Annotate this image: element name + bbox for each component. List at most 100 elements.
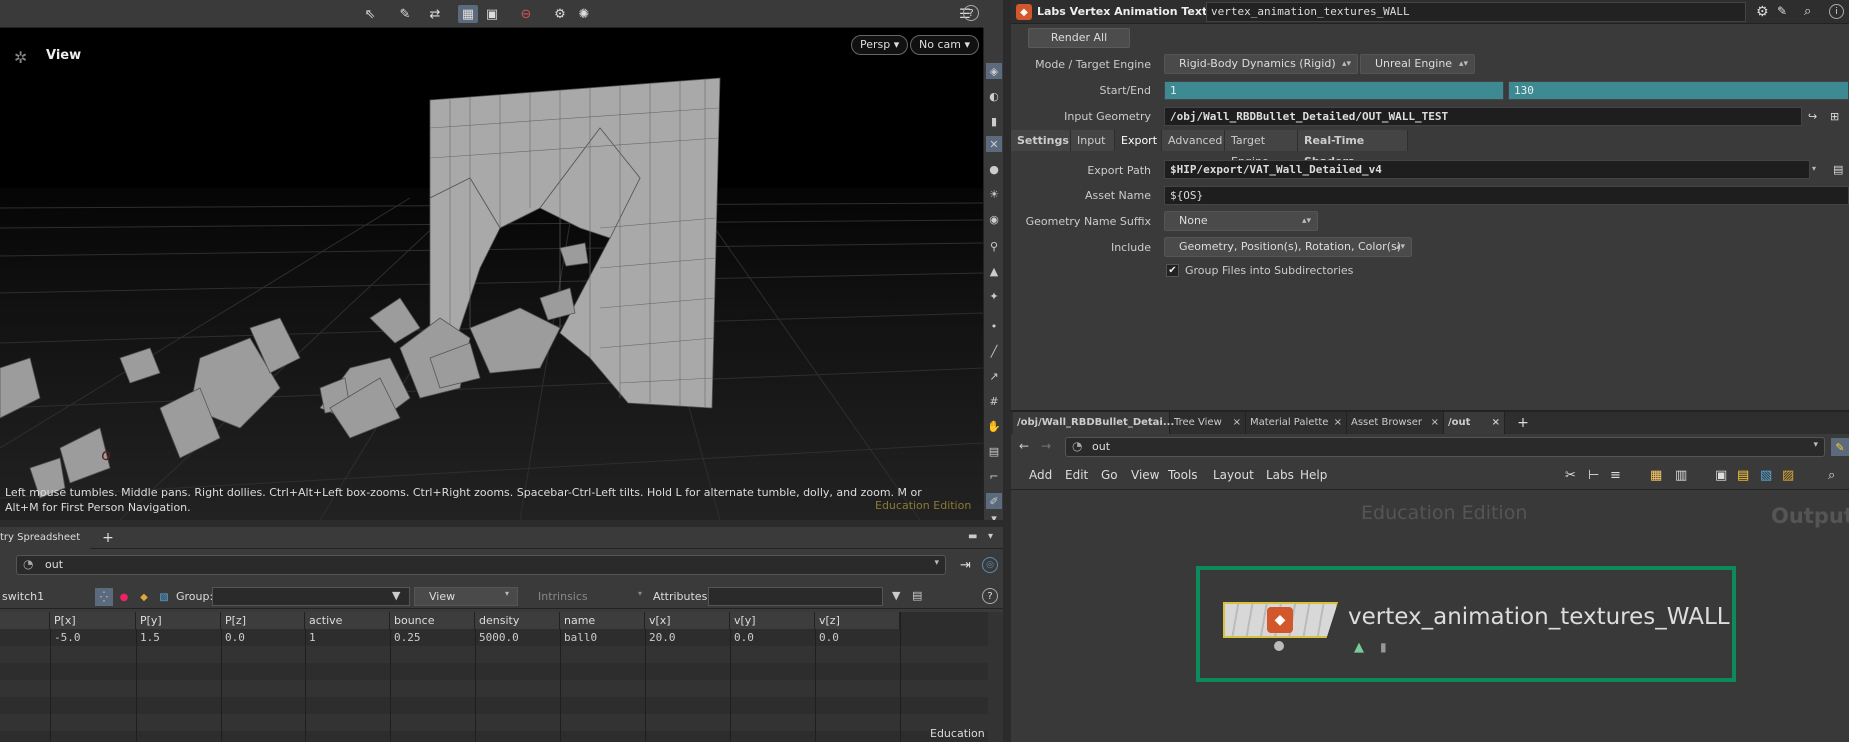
pin-icon[interactable]: ✐ [986, 493, 1002, 509]
camera-tool-icon[interactable]: ⚙ [550, 5, 570, 23]
close-icon[interactable]: × [1233, 412, 1241, 434]
dot-icon[interactable]: ▨ [1782, 468, 1794, 483]
menu-labs[interactable]: Labs [1266, 468, 1294, 482]
pin-pane-icon[interactable]: ⇥ [960, 558, 971, 573]
column-header[interactable]: active [305, 612, 390, 629]
group-field[interactable] [212, 587, 410, 606]
handle-tool-icon[interactable]: ⇄ [425, 5, 445, 23]
tab-advanced[interactable]: Advanced [1162, 130, 1225, 151]
sticky-note-icon[interactable]: ▤ [1737, 468, 1749, 483]
list-icon[interactable]: ≡ [1610, 468, 1621, 483]
menu-edit[interactable]: Edit [1065, 468, 1088, 482]
filter-icon[interactable]: ▼ [892, 589, 900, 602]
network-tab[interactable]: /obj/Wall_RBDBullet_Detai...× [1013, 412, 1174, 450]
pose-tool-icon[interactable]: ✎ [395, 5, 415, 23]
render-all-button[interactable]: Render All [1028, 28, 1130, 48]
lock-icon[interactable]: ▮ [986, 113, 1002, 129]
column-header[interactable]: v[y] [730, 612, 815, 629]
number-icon[interactable]: # [986, 393, 1002, 409]
close-icon[interactable]: × [1334, 412, 1342, 434]
close-icon[interactable]: × [1492, 412, 1500, 434]
geo-suffix-dropdown[interactable]: None ▴▾ [1164, 211, 1318, 231]
column-header[interactable]: density [475, 612, 560, 629]
vertices-icon[interactable]: ● [115, 588, 133, 606]
point-icon[interactable]: • [986, 318, 1002, 334]
menu-add[interactable]: Add [1029, 468, 1052, 482]
render-region-icon[interactable]: ▣ [482, 5, 502, 23]
bone-icon[interactable]: ⚲ [986, 238, 1002, 254]
normal-icon[interactable]: ↗ [986, 368, 1002, 384]
help-icon[interactable]: ? [963, 5, 979, 21]
pane-divider[interactable] [0, 520, 1003, 527]
network-box-icon[interactable]: ▧ [1760, 468, 1772, 483]
network-path-field[interactable]: ◔ out ▾ [1065, 437, 1825, 457]
visibility-icon[interactable]: ◉ [986, 211, 1002, 227]
layout-icon[interactable]: ▥ [1675, 468, 1687, 483]
gear-icon[interactable]: ⚙ [1756, 4, 1769, 20]
tools-icon[interactable]: ✂ [1565, 468, 1576, 483]
file-chooser-icon[interactable]: ▤ [1833, 163, 1843, 176]
group-files-checkbox[interactable]: ✔ [1166, 264, 1179, 277]
view-dropdown[interactable]: View [414, 587, 518, 606]
light-icon[interactable]: ☀ [986, 186, 1002, 202]
chevron-down-icon[interactable]: ▾ [934, 558, 939, 568]
grid-icon[interactable]: ⌐ [986, 468, 1002, 484]
input-geometry-field[interactable]: /obj/Wall_RBDBullet_Detailed/OUT_WALL_TE… [1164, 107, 1802, 126]
network-tab[interactable]: Material Palette × [1246, 412, 1347, 434]
help-icon[interactable]: i [1829, 4, 1844, 19]
persp-dropdown[interactable]: Persp ▾ [851, 35, 909, 55]
network-tab[interactable]: Tree View × [1170, 412, 1246, 434]
menu-tools[interactable]: Tools [1168, 468, 1198, 482]
points-icon[interactable]: ⁛ [95, 588, 113, 606]
image-icon[interactable]: ▣ [1715, 468, 1727, 483]
end-field[interactable]: 130 [1508, 81, 1849, 100]
export-path-field[interactable]: $HIP/export/VAT_Wall_Detailed_v4 [1164, 160, 1810, 179]
tab-real-time-shaders[interactable]: Real-Time Shaders [1298, 130, 1408, 168]
include-dropdown[interactable]: Geometry, Position(s), Rotation, Color(s… [1164, 237, 1412, 257]
tab-spreadsheet[interactable]: try Spreadsheet [0, 527, 90, 549]
camera-icon[interactable]: ▲ [986, 263, 1002, 279]
column-header[interactable]: P[y] [136, 612, 221, 629]
node-chooser-icon[interactable]: ⊞ [1830, 110, 1839, 123]
tab-input[interactable]: Input [1071, 130, 1115, 151]
asset-name-field[interactable]: ${OS} [1164, 186, 1849, 205]
jump-to-icon[interactable]: ↪ [1808, 110, 1817, 123]
attributes-field[interactable] [708, 587, 883, 606]
tab-target-engine[interactable]: Target Engine [1225, 130, 1298, 168]
chevron-down-icon[interactable]: ▾ [988, 531, 993, 542]
mode-dropdown[interactable]: Rigid-Body Dynamics (Rigid) ▴▾ [1164, 54, 1358, 74]
column-header[interactable]: bounce [390, 612, 475, 629]
add-tab-icon[interactable]: + [1515, 414, 1531, 432]
chevron-down-icon[interactable]: ▾ [1812, 164, 1816, 173]
snapshot-icon[interactable]: ▤ [986, 443, 1002, 459]
spreadsheet-scrollbar[interactable] [988, 612, 1003, 742]
sphere-icon[interactable]: ● [986, 161, 1002, 177]
node-name-field[interactable]: vertex_animation_textures_WALL [1206, 2, 1746, 22]
camera-dropdown[interactable]: No cam ▾ [910, 35, 979, 55]
viewport-3d[interactable]: o ⇖ ✎ ⇄ ▦ ▣ ⊖ ⚙ ✺ ☰ ? ✲ View Persp ▾ No … [0, 0, 983, 520]
constraint-icon[interactable]: ✦ [986, 288, 1002, 304]
network-tab[interactable]: Asset Browser × [1347, 412, 1444, 434]
light-tool-icon[interactable]: ✺ [574, 5, 594, 23]
grid-view-icon[interactable]: ▦ [1650, 468, 1662, 483]
pin-network-icon[interactable]: ✎ [1831, 438, 1849, 456]
forward-icon[interactable]: → [1041, 439, 1051, 453]
column-header[interactable]: P[x] [50, 612, 136, 629]
brush-icon[interactable]: ✎ [1777, 4, 1787, 18]
search-icon[interactable]: ⌕ [1828, 468, 1835, 483]
pane-menu-icon[interactable]: ▬ [968, 531, 977, 542]
primitives-icon[interactable]: ◆ [135, 588, 153, 606]
tab-settings[interactable]: Settings [1011, 130, 1071, 151]
detail-icon[interactable]: ▧ [155, 588, 173, 606]
link-icon[interactable]: ◎ [982, 557, 998, 573]
node-output-connector[interactable] [1274, 641, 1284, 651]
shading-icon[interactable]: ◐ [986, 88, 1002, 104]
start-field[interactable]: 1 [1164, 81, 1504, 100]
intrinsics-dropdown[interactable]: Intrinsics [530, 588, 650, 607]
search-icon[interactable]: ⌕ [1804, 4, 1811, 19]
path-field[interactable]: ◔ out ▾ [16, 555, 946, 575]
menu-layout[interactable]: Layout [1213, 468, 1254, 482]
engine-dropdown[interactable]: Unreal Engine ▴▾ [1360, 54, 1475, 74]
add-tab-icon[interactable]: + [100, 529, 116, 547]
column-header[interactable]: name [560, 612, 645, 629]
